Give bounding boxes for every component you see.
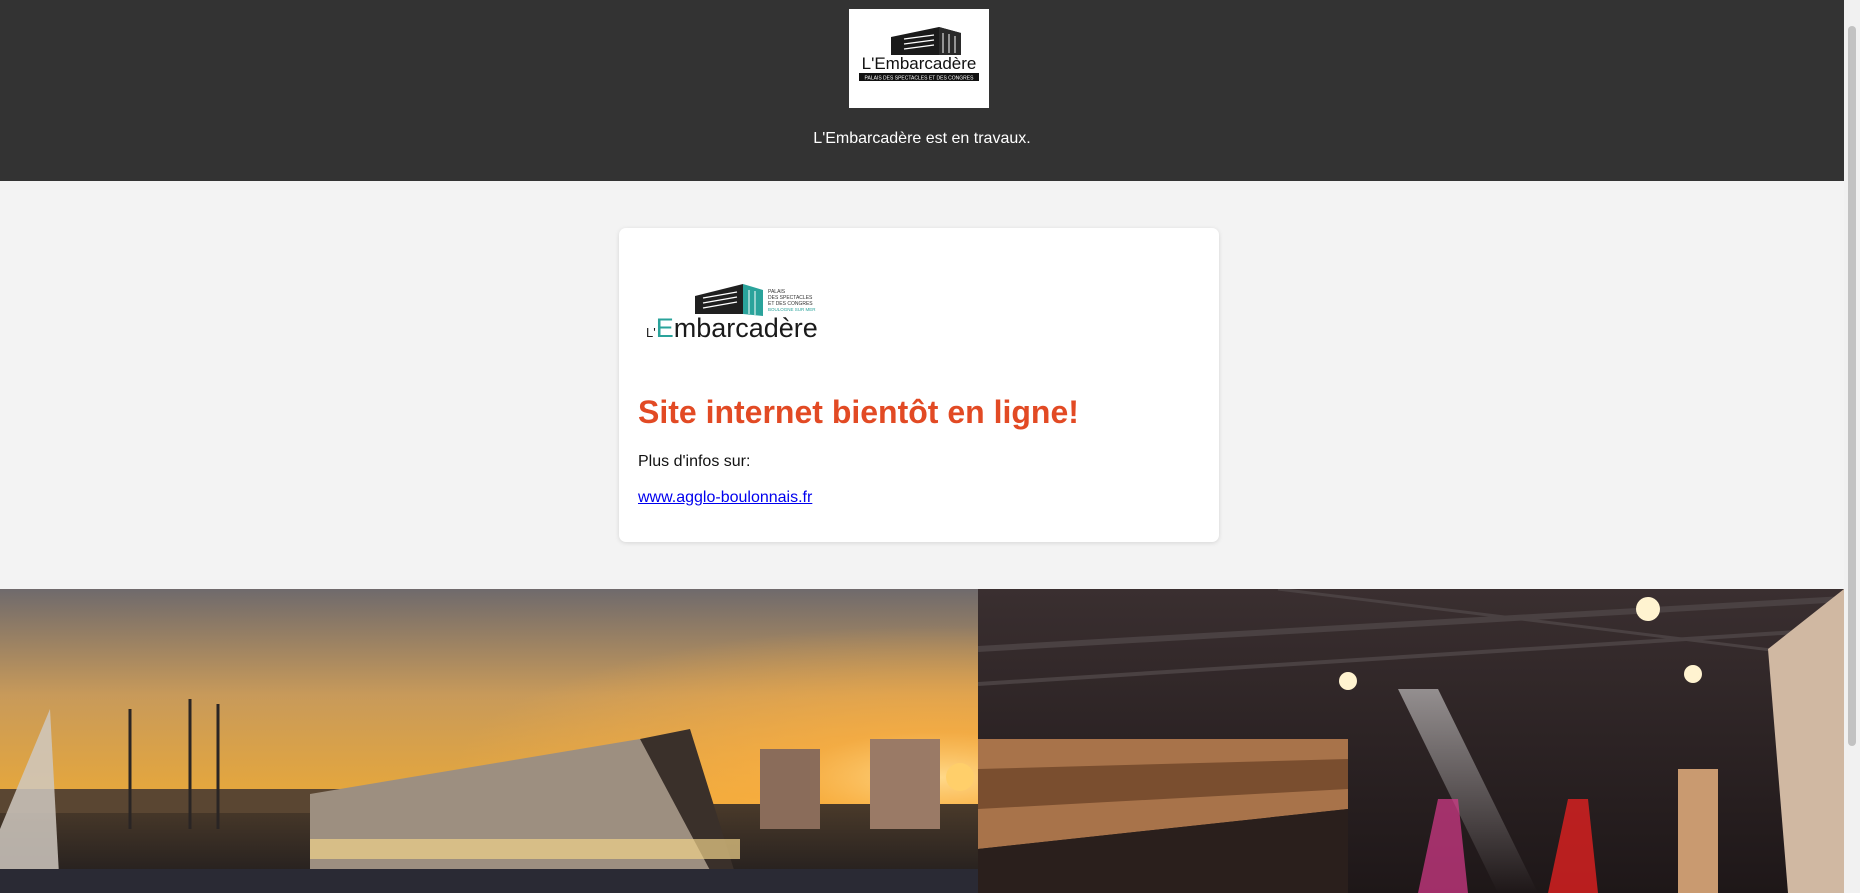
header-logo-tagline: PALAIS DES SPECTACLES ET DES CONGRES	[865, 76, 975, 82]
embarcadere-logo-icon: PALAIS DES SPECTACLES ET DES CONGRES BOU…	[646, 284, 818, 343]
logo-building-side	[939, 27, 961, 55]
card-logo-tagline-4: BOULOGNE SUR MER	[768, 307, 816, 312]
main-content: PALAIS DES SPECTACLES ET DES CONGRES BOU…	[0, 181, 1844, 589]
card-logo: PALAIS DES SPECTACLES ET DES CONGRES BOU…	[645, 280, 818, 343]
card-logo-name-accent: E	[656, 313, 674, 342]
construction-notice: L'Embarcadère est en travaux.	[813, 130, 1031, 147]
concert-hall-illustration	[978, 589, 1844, 893]
card-logo-building	[695, 284, 743, 314]
building-logo-icon: L'Embarcadère PALAIS DES SPECTACLES ET D…	[859, 27, 979, 82]
exterior-rendering-illustration	[0, 589, 978, 893]
info-text: Plus d'infos sur:	[638, 453, 751, 470]
banner-images	[0, 589, 1844, 893]
card-logo-name: L'Embarcadère	[646, 313, 817, 342]
agglo-boulonnais-link[interactable]: www.agglo-boulonnais.fr	[638, 488, 812, 508]
page-title: Site internet bientôt en ligne!	[638, 394, 1079, 430]
card-logo-name-prefix: L'	[646, 325, 656, 340]
page: L'Embarcadère PALAIS DES SPECTACLES ET D…	[0, 0, 1844, 893]
header-logo: L'Embarcadère PALAIS DES SPECTACLES ET D…	[849, 9, 989, 108]
card-logo-building-side	[743, 284, 763, 316]
header-logo-name: L'Embarcadère	[862, 54, 977, 73]
site-header: L'Embarcadère PALAIS DES SPECTACLES ET D…	[0, 0, 1844, 181]
exterior-rendering-image	[0, 589, 978, 893]
card-logo-name-rest: mbarcadère	[674, 313, 817, 342]
vertical-scrollbar[interactable]	[1844, 0, 1860, 893]
scrollbar-thumb[interactable]	[1848, 26, 1856, 746]
concert-hall-image	[978, 589, 1844, 893]
announcement-card: PALAIS DES SPECTACLES ET DES CONGRES BOU…	[619, 228, 1219, 542]
